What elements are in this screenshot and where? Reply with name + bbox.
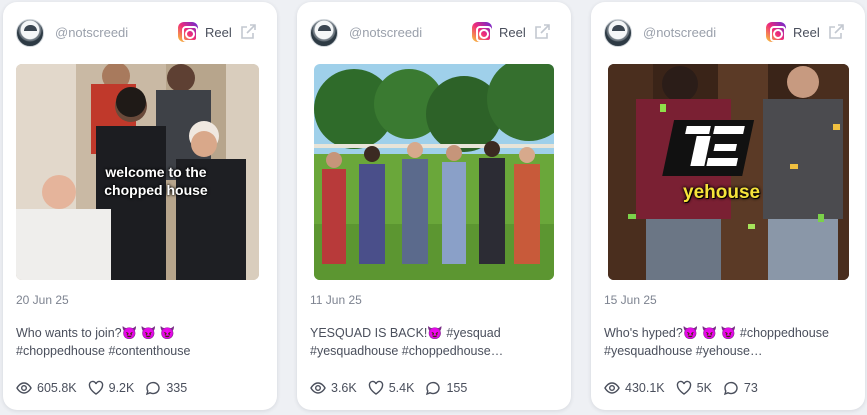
- comments-stat: 155: [425, 380, 467, 396]
- post-thumbnail[interactable]: [314, 64, 554, 280]
- post-caption: Who wants to join?😈 😈 😈 #choppedhouse #c…: [16, 324, 264, 360]
- video-overlay-text: welcome to the chopped house: [96, 163, 216, 199]
- overlay-line: welcome to the: [105, 164, 207, 180]
- post-caption: Who's hyped?😈 😈 😈 #choppedhouse #yesquad…: [604, 324, 852, 360]
- likes-stat: 9.2K: [88, 380, 135, 396]
- likes-stat: 5K: [676, 380, 712, 396]
- instagram-icon: [178, 22, 198, 42]
- card-header: @notscreedi Reel: [591, 16, 865, 50]
- post-stats: 605.8K 9.2K 335: [16, 379, 198, 397]
- post-date: 15 Jun 25: [604, 293, 657, 307]
- comment-icon: [146, 381, 160, 396]
- post-card-3[interactable]: @notscreedi Reel yehouse 15 Jun 25 Who's…: [591, 2, 865, 410]
- account-handle[interactable]: @notscreedi: [643, 25, 716, 40]
- avatar[interactable]: [310, 19, 338, 47]
- likes-count: 5K: [696, 381, 712, 395]
- post-type-label: Reel: [205, 25, 232, 40]
- heart-icon: [676, 380, 691, 395]
- caption-line: #yesquadhouse #choppedhouse…: [310, 344, 504, 358]
- views-stat: 605.8K: [16, 380, 77, 396]
- external-link-icon[interactable]: [239, 23, 257, 41]
- eye-icon: [310, 382, 326, 394]
- likes-stat: 5.4K: [368, 380, 415, 396]
- post-date: 11 Jun 25: [310, 293, 362, 307]
- post-type-label: Reel: [793, 25, 820, 40]
- comment-icon: [723, 381, 738, 396]
- eye-icon: [16, 382, 32, 394]
- views-count: 605.8K: [37, 381, 77, 395]
- views-count: 3.6K: [331, 381, 357, 395]
- caption-line: Who's hyped?😈 😈 😈 #choppedhouse: [604, 326, 829, 340]
- instagram-icon: [472, 22, 492, 42]
- post-type-label: Reel: [499, 25, 526, 40]
- heart-icon: [88, 380, 103, 395]
- views-stat: 430.1K: [604, 380, 665, 396]
- avatar[interactable]: [604, 19, 632, 47]
- comments-count: 73: [743, 381, 758, 395]
- card-header: @notscreedi Reel: [3, 16, 277, 50]
- heart-icon: [368, 380, 383, 395]
- views-stat: 3.6K: [310, 380, 357, 396]
- caption-line: #yesquadhouse #yehouse…: [604, 344, 763, 358]
- video-overlay-text: yehouse: [683, 182, 761, 203]
- comment-icon: [426, 381, 441, 396]
- post-card-2[interactable]: @notscreedi Reel 11 Jun 25 YESQUAD IS BA…: [297, 2, 571, 410]
- post-caption: YESQUAD IS BACK!😈 #yesquad #yesquadhouse…: [310, 324, 558, 360]
- comments-stat: 335: [145, 380, 187, 396]
- eye-icon: [604, 382, 620, 394]
- comments-stat: 73: [723, 380, 758, 396]
- caption-line: Who wants to join?😈 😈 😈: [16, 326, 176, 340]
- views-count: 430.1K: [625, 381, 665, 395]
- overlay-line: chopped house: [104, 182, 208, 198]
- external-link-icon[interactable]: [827, 23, 845, 41]
- caption-line: #choppedhouse #contenthouse: [16, 344, 191, 358]
- instagram-icon: [766, 22, 786, 42]
- post-date: 20 Jun 25: [16, 293, 69, 307]
- card-header: @notscreedi Reel: [297, 16, 571, 50]
- caption-line: YESQUAD IS BACK!😈 #yesquad: [310, 326, 501, 340]
- comments-count: 335: [166, 381, 188, 395]
- account-handle[interactable]: @notscreedi: [349, 25, 422, 40]
- external-link-icon[interactable]: [533, 23, 551, 41]
- avatar[interactable]: [16, 19, 44, 47]
- likes-count: 9.2K: [108, 381, 135, 395]
- account-handle[interactable]: @notscreedi: [55, 25, 128, 40]
- comments-count: 155: [446, 381, 468, 395]
- post-thumbnail[interactable]: yehouse: [608, 64, 849, 280]
- post-card-1[interactable]: @notscreedi Reel welcome to the chopped …: [3, 2, 277, 410]
- post-stats: 430.1K 5K 73: [604, 379, 769, 397]
- post-thumbnail[interactable]: welcome to the chopped house: [16, 64, 259, 280]
- post-stats: 3.6K 5.4K 155: [310, 379, 478, 397]
- likes-count: 5.4K: [388, 381, 415, 395]
